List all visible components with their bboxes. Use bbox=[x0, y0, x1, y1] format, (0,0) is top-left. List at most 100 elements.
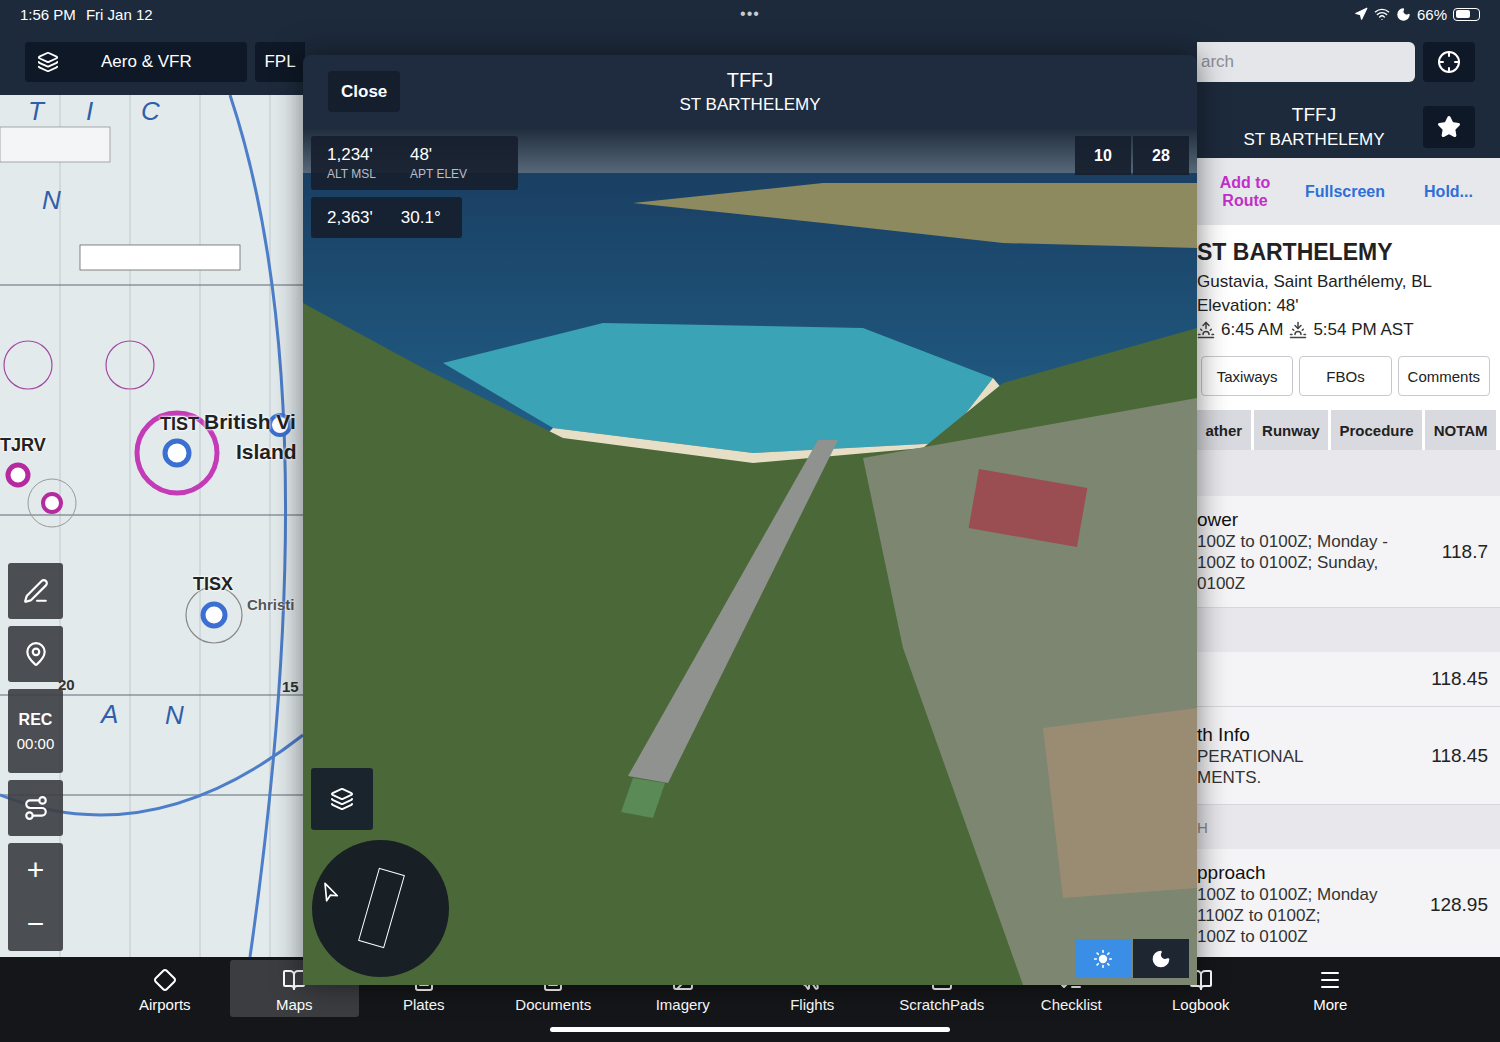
star-icon bbox=[1437, 115, 1461, 139]
airport-tab[interactable]: ather bbox=[1197, 410, 1251, 450]
frequency-value: 118.45 bbox=[1431, 745, 1488, 767]
locate-button[interactable] bbox=[1423, 42, 1475, 82]
frequency-row[interactable]: 118.45 bbox=[1197, 652, 1500, 707]
frequency-text: pproach100Z to 0100Z; Monday1100Z to 010… bbox=[1197, 862, 1424, 947]
airport-action-button[interactable]: Hold... bbox=[1397, 183, 1500, 201]
readout: 48' APT ELEV bbox=[410, 145, 467, 181]
record-button[interactable]: REC00:00 bbox=[8, 689, 63, 773]
modal-header: Close TFFJ ST BARTHELEMY bbox=[303, 55, 1197, 128]
runway-button[interactable]: 10 bbox=[1075, 136, 1131, 175]
readout-label: ALT MSL bbox=[327, 167, 376, 181]
route-button[interactable] bbox=[8, 780, 63, 836]
geometry-readout: 2,363'30.1° bbox=[311, 197, 462, 238]
frequency-section-header bbox=[1197, 450, 1500, 496]
frequency-text: th InfoPERATIONALMENTS. bbox=[1197, 724, 1425, 788]
sunrise-icon bbox=[1197, 321, 1215, 339]
airport-tabs: atherRunwayProcedureNOTAM bbox=[1197, 396, 1500, 450]
airport-tab[interactable]: Procedure bbox=[1331, 410, 1422, 450]
status-clock: 1:56 PMFri Jan 12 bbox=[20, 6, 740, 23]
draw-button[interactable] bbox=[8, 563, 63, 619]
airport-action-button[interactable]: Add to Route bbox=[1197, 174, 1293, 210]
pin-icon bbox=[23, 641, 49, 667]
readout-value: 48' bbox=[410, 145, 467, 165]
airport-name: ST BARTHELEMY bbox=[1243, 130, 1384, 150]
map-label: British Vi bbox=[204, 411, 296, 432]
airport-tab[interactable]: Runway bbox=[1254, 410, 1328, 450]
tab-label: Plates bbox=[403, 996, 445, 1013]
multitask-handle[interactable]: ••• bbox=[740, 5, 760, 23]
airport-tab[interactable]: NOTAM bbox=[1425, 410, 1496, 450]
tab-bar-item[interactable]: Airports bbox=[100, 960, 230, 1017]
airport-panel-title: TFFJST BARTHELEMY bbox=[1197, 104, 1423, 150]
frequency-row[interactable]: pproach100Z to 0100Z; Monday1100Z to 010… bbox=[1197, 849, 1500, 957]
night-mode-button[interactable] bbox=[1133, 939, 1189, 978]
modal-name: ST BARTHELEMY bbox=[679, 95, 820, 115]
satellite-3d-view[interactable]: 1,234'ALT MSL48'APT ELEV2,363'30.1°1028 bbox=[303, 128, 1197, 985]
toolbar-right bbox=[1197, 42, 1500, 82]
frequency-detail: 100Z to 0100Z bbox=[1197, 927, 1424, 947]
layers-icon bbox=[330, 787, 354, 811]
search-field[interactable] bbox=[1197, 42, 1415, 82]
day-mode-button[interactable] bbox=[1075, 939, 1131, 978]
home-indicator[interactable] bbox=[550, 1027, 950, 1032]
map-label: TISX bbox=[193, 575, 233, 593]
flight-plan-button[interactable]: FPL bbox=[255, 42, 305, 82]
tab-icon bbox=[153, 968, 177, 992]
moon-icon bbox=[1396, 7, 1411, 22]
pin-button[interactable] bbox=[8, 626, 63, 682]
view-layers-button[interactable] bbox=[311, 768, 373, 830]
close-button[interactable]: Close bbox=[328, 71, 400, 112]
frequency-section-header bbox=[1197, 608, 1500, 652]
status-bar: 1:56 PMFri Jan 12•••66% bbox=[0, 0, 1500, 28]
tab-label: Maps bbox=[276, 996, 313, 1013]
zoom-out-button[interactable]: − bbox=[8, 897, 63, 951]
map-label: N bbox=[42, 187, 61, 213]
frequency-row[interactable]: ower100Z to 0100Z; Monday -100Z to 0100Z… bbox=[1197, 496, 1500, 608]
sunset-time: 5:54 PM AST bbox=[1313, 320, 1413, 340]
layers-button[interactable]: Aero & VFR bbox=[25, 42, 247, 82]
app-window: 1:56 PMFri Jan 12•••66%Aero & VFRFPLTICN… bbox=[0, 0, 1500, 1042]
tab-label: Checklist bbox=[1041, 996, 1102, 1013]
readout-label: APT ELEV bbox=[410, 167, 467, 181]
runway-outline bbox=[358, 868, 405, 948]
compass[interactable] bbox=[312, 840, 449, 977]
moon-icon bbox=[1151, 949, 1171, 969]
status-time: 1:56 PM bbox=[20, 6, 76, 23]
satellite-image bbox=[303, 128, 1197, 985]
map-label: Island bbox=[236, 441, 297, 462]
sunset-icon bbox=[1289, 321, 1307, 339]
location-icon bbox=[1354, 7, 1368, 21]
airport-info-button[interactable]: Comments bbox=[1398, 356, 1490, 396]
map-view[interactable]: TICNTISTBritish ViIslandTJRVTISXChristi2… bbox=[0, 95, 303, 957]
modal-title: TFFJ ST BARTHELEMY bbox=[679, 69, 820, 115]
tab-label: Imagery bbox=[656, 996, 710, 1013]
frequency-row[interactable]: th InfoPERATIONALMENTS. 118.45 bbox=[1197, 707, 1500, 805]
tab-bar-item[interactable]: More bbox=[1266, 960, 1396, 1017]
airport-info-button[interactable]: FBOs bbox=[1299, 356, 1391, 396]
tab-label: Flights bbox=[790, 996, 834, 1013]
map-label: T bbox=[28, 98, 44, 124]
route-icon bbox=[23, 795, 49, 821]
modal-ident: TFFJ bbox=[727, 69, 774, 92]
frequency-list: ower100Z to 0100Z; Monday -100Z to 0100Z… bbox=[1197, 450, 1500, 957]
airport-actions: Add to RouteFullscreenHold... bbox=[1197, 158, 1500, 225]
sunrise-time: 6:45 AM bbox=[1221, 320, 1283, 340]
airport-action-button[interactable]: Fullscreen bbox=[1293, 183, 1397, 201]
record-timer: 00:00 bbox=[17, 735, 55, 752]
map-label: Christi bbox=[247, 597, 295, 612]
sun-times: 6:45 AM 5:54 PM AST bbox=[1197, 320, 1494, 340]
frequency-value: 118.45 bbox=[1431, 668, 1488, 690]
airport-location: Gustavia, Saint Barthélemy, BL bbox=[1197, 272, 1494, 292]
airport-info-button[interactable]: Taxiways bbox=[1201, 356, 1293, 396]
map-label: C bbox=[141, 98, 160, 124]
frequency-title: pproach bbox=[1197, 862, 1424, 884]
map-label: A bbox=[101, 701, 118, 727]
zoom-in-button[interactable]: + bbox=[8, 843, 63, 897]
frequency-text: ower100Z to 0100Z; Monday -100Z to 0100Z… bbox=[1197, 509, 1436, 594]
altitude-readout: 1,234'ALT MSL48'APT ELEV bbox=[311, 136, 518, 190]
frequency-value: 128.95 bbox=[1430, 894, 1488, 916]
frequency-value: 118.7 bbox=[1442, 541, 1488, 563]
favorite-button[interactable] bbox=[1423, 106, 1475, 148]
tab-label: Documents bbox=[515, 996, 591, 1013]
runway-button[interactable]: 28 bbox=[1133, 136, 1189, 175]
